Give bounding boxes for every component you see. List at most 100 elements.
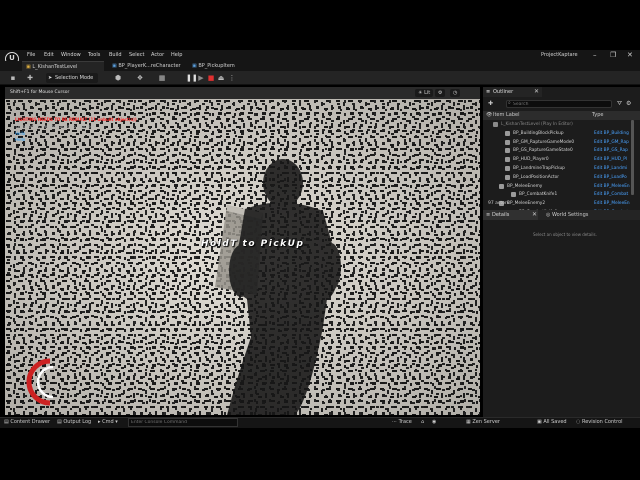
details-tab[interactable]: ≡ Details <box>483 210 538 220</box>
outliner-row-type[interactable]: Edit BP_HUD_Pl <box>594 156 627 164</box>
tab-player-character[interactable]: ▣ BP_PlayerK...reCharacter <box>108 61 188 71</box>
console-command-input[interactable] <box>128 418 238 427</box>
quick-add-icon[interactable]: ⬢ <box>114 74 122 82</box>
zen-server-button[interactable]: ▦ Zen Server <box>466 419 500 425</box>
menu-help[interactable]: Help <box>171 52 182 58</box>
filter-icon[interactable]: ⛛ <box>617 100 622 108</box>
output-log-button[interactable]: ▤ Output Log <box>57 419 91 425</box>
outliner-row[interactable]: BP_GM_RaptureGameMode0 Edit BP_GM_Rap <box>483 139 634 147</box>
place-actor-icon[interactable]: ✚ <box>26 74 34 82</box>
blueprint-icon <box>499 183 504 189</box>
outliner-row-type[interactable]: Edit BP_LoadPo <box>594 174 627 182</box>
menu-tools[interactable]: Tools <box>88 52 100 58</box>
outliner-tab-label: Outliner <box>493 89 514 95</box>
debug-print-2: Hello <box>15 137 26 142</box>
trace-button[interactable]: ⋯ Trace <box>392 419 412 425</box>
outliner-search-input[interactable] <box>506 100 612 108</box>
tab-pickup-item-label: BP_PickupItem <box>198 63 235 69</box>
menu-select[interactable]: Select <box>129 52 144 58</box>
outliner-icon: ≣ <box>486 89 491 95</box>
cmd-dropdown[interactable]: ▸ Cmd ▾ <box>98 419 118 425</box>
outliner-row-type[interactable]: Edit BP_MeleeEn <box>594 183 630 191</box>
eject-icon[interactable]: ⏏ <box>217 74 225 82</box>
outliner-row-type[interactable]: Edit BP_MeleeEn <box>594 200 630 208</box>
menu-edit[interactable]: Edit <box>44 52 54 58</box>
close-button[interactable]: ✕ <box>627 51 633 59</box>
selection-mode-label: Selection Mode <box>55 75 94 81</box>
outliner-row-type[interactable]: Edit BP_Building <box>594 130 629 138</box>
performance-button[interactable]: ◷ <box>450 89 461 97</box>
show-flags-button[interactable]: ⚙ <box>435 89 446 97</box>
more-options-icon[interactable]: ⋮ <box>228 74 236 82</box>
col-type[interactable]: Type <box>592 111 603 120</box>
menu-actor[interactable]: Actor <box>151 52 164 58</box>
close-tab-icon[interactable]: ✕ <box>534 88 539 95</box>
tab-level[interactable]: ▣ L_KishanTestLevel <box>22 61 104 71</box>
outliner-row[interactable]: BP_GS_RaptureGameState0 Edit BP_GS_Rap <box>483 147 634 155</box>
actor-count: 97 actors <box>488 201 510 206</box>
blueprints-icon[interactable]: ❖ <box>136 74 144 82</box>
outliner-row-label: BP_BuildingBlockPickup <box>513 130 564 136</box>
content-drawer-button[interactable]: ▤ Content Drawer <box>4 419 50 425</box>
project-name: ProjectKaptare <box>541 52 578 58</box>
close-details-icon[interactable]: ✕ <box>532 211 537 218</box>
trace-icon: ⋯ <box>392 419 399 425</box>
minimize-button[interactable]: – <box>593 51 597 59</box>
menu-file[interactable]: File <box>27 52 35 58</box>
outliner-scrollbar[interactable] <box>631 120 634 195</box>
view-mode-button[interactable]: ☀ Lit <box>415 89 434 97</box>
search-icon: ⌕ <box>508 100 511 106</box>
world-settings-label: World Settings <box>551 212 589 218</box>
outliner-row[interactable]: BP_LoadPositionActor Edit BP_LoadPo <box>483 174 634 182</box>
cmd-label: Cmd <box>102 419 114 425</box>
col-item-label[interactable]: Item Label <box>493 111 519 120</box>
tab-player-character-label: BP_PlayerK...reCharacter <box>118 63 181 69</box>
revision-control-button[interactable]: ◌ Revision Control <box>576 419 623 425</box>
selection-mode-dropdown[interactable]: ➤ Selection Mode <box>46 73 98 83</box>
content-drawer-label: Content Drawer <box>10 419 50 425</box>
outliner-row[interactable]: L_KishanTestLevel (Play In Editor) <box>483 121 634 129</box>
outliner-row-type[interactable]: Edit BP_Combat <box>594 191 628 199</box>
outliner-row-type[interactable]: Edit BP_GM_Rap <box>594 139 629 147</box>
outliner-row-label: BP_MeleeEnemy <box>507 183 543 189</box>
tab-pickup-item[interactable]: ▣ BP_PickupItem <box>188 61 248 71</box>
notifications-icon[interactable]: ◉ <box>432 419 436 425</box>
level-viewport[interactable] <box>5 87 480 415</box>
debug-print-1: Hello <box>15 131 26 136</box>
blueprint-icon <box>505 148 510 154</box>
pause-icon[interactable]: ❚❚ <box>186 74 198 82</box>
maximize-button[interactable]: ❐ <box>610 51 616 59</box>
cinematics-icon[interactable]: ▦ <box>158 74 166 82</box>
trace-label: Trace <box>398 419 412 425</box>
suppress-hint: 'DisableAllScreenMessages' to suppress <box>15 124 95 129</box>
outliner-row[interactable]: BP_LandmineTrapPickup Edit BP_Landmi <box>483 165 634 173</box>
outliner-row[interactable]: BP_BuildingBlockPickup Edit BP_Building <box>483 130 634 138</box>
world-settings-tab[interactable]: ◎ World Settings <box>546 210 588 220</box>
output-log-label: Output Log <box>63 419 92 425</box>
save-status-button[interactable]: ▣ All Saved <box>537 419 567 425</box>
outliner-row-type[interactable]: Edit BP_Landmi <box>594 165 627 173</box>
menu-window[interactable]: Window <box>61 52 81 58</box>
outliner-row[interactable]: BP_MeleeEnemy Edit BP_MeleeEn <box>483 183 634 191</box>
outliner-row-label: BP_CombatKnife1 <box>519 192 558 198</box>
stop-icon[interactable]: ■ <box>207 74 215 82</box>
all-saved-label: All Saved <box>543 419 567 425</box>
skip-icon[interactable]: ▶ <box>197 74 205 82</box>
add-actor-icon[interactable]: ✚ <box>488 100 493 107</box>
outliner-row-type[interactable]: Edit BP_GS_Rap <box>594 147 628 155</box>
blueprint-icon <box>505 130 510 136</box>
save-icon[interactable]: ▪ <box>9 74 17 82</box>
mouse-cursor-hint: Shift+F1 for Mouse Cursor <box>10 90 70 95</box>
derived-data-icon[interactable]: ⌂ <box>421 419 424 425</box>
outliner-row[interactable]: BP_CombatKnife1 Edit BP_Combat <box>483 191 634 199</box>
menu-build[interactable]: Build <box>109 52 122 58</box>
outliner-row-label: BP_HUD_Player0 <box>513 157 549 163</box>
blueprint-icon <box>511 192 516 198</box>
outliner-row-label: BP_MeleeEnemy2 <box>507 201 546 207</box>
viewport-toolbar <box>5 87 480 99</box>
pickup-prompt: HoldT to PickUp <box>201 239 305 249</box>
settings-gear-icon[interactable]: ⚙ <box>626 100 631 107</box>
details-tab-label: Details <box>492 212 510 218</box>
outliner-row[interactable]: BP_HUD_Player0 Edit BP_HUD_Pl <box>483 156 634 164</box>
visibility-eye-icon: 👁 <box>486 112 493 118</box>
